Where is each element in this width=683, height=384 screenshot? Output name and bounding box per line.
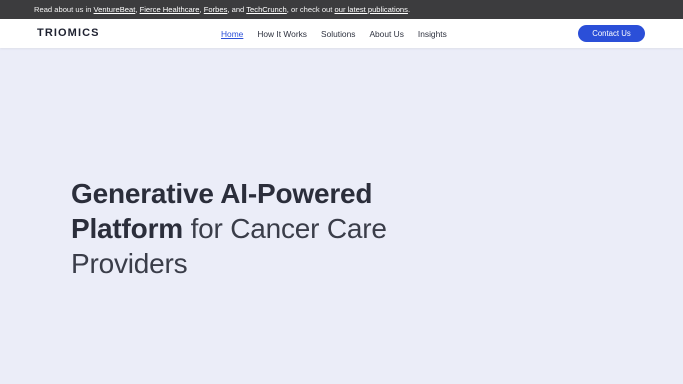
techcrunch-link[interactable]: TechCrunch	[246, 5, 287, 14]
announcement-prefix: Read about us in	[34, 5, 94, 14]
nav-link-about-us[interactable]: About Us	[369, 29, 403, 39]
triomics-logo[interactable]: TRIOMICS	[37, 19, 100, 48]
nav-link-home[interactable]: Home	[221, 29, 243, 39]
announcement-suffix: .	[407, 5, 411, 14]
navbar: TRIOMICS Home How It Works Solutions Abo…	[0, 19, 683, 48]
announcement-middle: , or check out	[286, 5, 335, 14]
publications-link[interactable]: our latest publications	[335, 5, 408, 14]
hero-headline: Generative AI-Powered Platform for Cance…	[71, 176, 451, 281]
nav-links: Home How It Works Solutions About Us Ins…	[221, 19, 461, 48]
nav-link-insights[interactable]: Insights	[418, 29, 447, 39]
nav-link-how-it-works[interactable]: How It Works	[257, 29, 307, 39]
announcement-separator: , and	[227, 5, 247, 14]
fierce-healthcare-link[interactable]: Fierce Healthcare	[140, 5, 200, 14]
announcement-bar: Read about us in VentureBeat, Fierce Hea…	[0, 0, 683, 19]
forbes-link[interactable]: Forbes	[204, 5, 228, 14]
nav-link-solutions[interactable]: Solutions	[321, 29, 355, 39]
contact-us-button[interactable]: Contact Us	[578, 25, 645, 42]
venturebeat-link[interactable]: VentureBeat	[94, 5, 136, 14]
